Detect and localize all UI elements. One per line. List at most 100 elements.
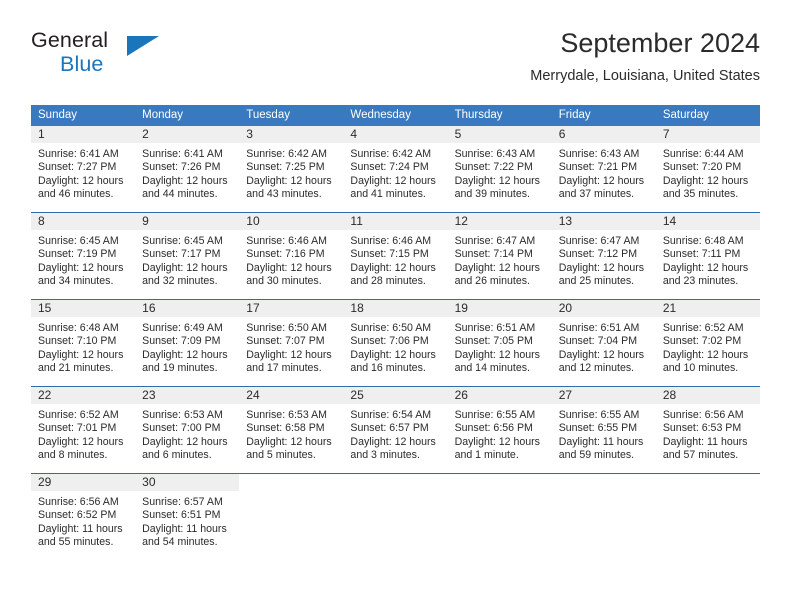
day-daylight-line2-text: and 46 minutes. bbox=[38, 188, 114, 201]
calendar-day-cell[interactable]: 24 Sunrise: 6:53 AM Sunset: 6:58 PM Dayligh… bbox=[239, 386, 344, 474]
day-number: 25 bbox=[343, 387, 448, 404]
day-number: 30 bbox=[135, 474, 240, 491]
day-daylight-line2-text: and 34 minutes. bbox=[38, 275, 114, 288]
day-daylight-line1-text: Daylight: 12 hours bbox=[662, 348, 749, 361]
day-number bbox=[239, 474, 343, 491]
day-number bbox=[552, 474, 656, 491]
weekday-header-sunday: Sunday bbox=[31, 105, 136, 126]
day-daylight-line1-text: Daylight: 12 hours bbox=[350, 261, 436, 274]
day-details: Sunrise: 6:56 AM Sunset: 6:52 PM Daylight:… bbox=[31, 491, 135, 550]
day-details bbox=[239, 491, 343, 496]
day-details: Sunrise: 6:52 AM Sunset: 7:02 PM Daylight:… bbox=[656, 317, 760, 376]
calendar-day-cell[interactable]: 4 Sunrise: 6:42 AM Sunset: 7:24 PM Daylight… bbox=[343, 126, 448, 213]
calendar-day-cell[interactable]: 2 Sunrise: 6:41 AM Sunset: 7:26 PM Daylight… bbox=[135, 126, 240, 213]
day-number: 6 bbox=[551, 126, 656, 143]
day-sunrise-text: Sunrise: 6:46 AM bbox=[350, 235, 432, 247]
calendar-day-cell[interactable]: 25 Sunrise: 6:54 AM Sunset: 6:57 PM Dayligh… bbox=[343, 386, 448, 474]
calendar-day-cell[interactable]: 12 Sunrise: 6:47 AM Sunset: 7:14 PM Dayligh… bbox=[447, 212, 552, 300]
day-daylight-line2-text: and 17 minutes. bbox=[246, 362, 322, 375]
day-details: Sunrise: 6:55 AM Sunset: 6:55 PM Daylight:… bbox=[552, 404, 656, 463]
calendar-day-cell[interactable]: 22 Sunrise: 6:52 AM Sunset: 7:01 PM Dayligh… bbox=[31, 386, 136, 474]
calendar-day-cell[interactable]: 13 Sunrise: 6:47 AM Sunset: 7:12 PM Dayligh… bbox=[551, 212, 656, 300]
calendar-day-cell[interactable]: 1 Sunrise: 6:41 AM Sunset: 7:27 PM Daylight… bbox=[31, 126, 136, 213]
calendar-day-cell[interactable]: 23 Sunrise: 6:53 AM Sunset: 7:00 PM Dayligh… bbox=[135, 386, 240, 474]
calendar-day-cell[interactable]: 16 Sunrise: 6:49 AM Sunset: 7:09 PM Dayligh… bbox=[135, 299, 240, 387]
day-sunrise-text: Sunrise: 6:50 AM bbox=[246, 322, 327, 334]
calendar-day-cell[interactable]: 18 Sunrise: 6:50 AM Sunset: 7:06 PM Dayligh… bbox=[343, 299, 448, 387]
day-sunset-text: Sunset: 6:52 PM bbox=[38, 509, 117, 522]
day-daylight-line2-text: and 26 minutes. bbox=[454, 275, 530, 288]
calendar-day-cell[interactable]: 27 Sunrise: 6:55 AM Sunset: 6:55 PM Dayligh… bbox=[551, 386, 656, 474]
day-sunrise-text: Sunrise: 6:42 AM bbox=[350, 148, 432, 160]
day-sunset-text: Sunset: 6:57 PM bbox=[350, 422, 429, 435]
day-daylight-line1-text: Daylight: 12 hours bbox=[454, 348, 540, 361]
day-details: Sunrise: 6:46 AM Sunset: 7:16 PM Daylight:… bbox=[239, 230, 343, 289]
calendar-day-cell[interactable]: 19 Sunrise: 6:51 AM Sunset: 7:05 PM Dayligh… bbox=[447, 299, 552, 387]
calendar-day-cell[interactable]: 3 Sunrise: 6:42 AM Sunset: 7:25 PM Daylight… bbox=[239, 126, 344, 213]
calendar-day-cell[interactable]: 21 Sunrise: 6:52 AM Sunset: 7:02 PM Dayligh… bbox=[655, 299, 760, 387]
calendar-day-cell[interactable]: 6 Sunrise: 6:43 AM Sunset: 7:21 PM Daylight… bbox=[551, 126, 656, 213]
day-details: Sunrise: 6:47 AM Sunset: 7:14 PM Daylight:… bbox=[448, 230, 552, 289]
day-details: Sunrise: 6:52 AM Sunset: 7:01 PM Daylight:… bbox=[31, 404, 135, 463]
day-sunrise-text: Sunrise: 6:41 AM bbox=[142, 148, 223, 160]
day-details: Sunrise: 6:43 AM Sunset: 7:22 PM Daylight:… bbox=[448, 143, 552, 202]
day-daylight-line1-text: Daylight: 12 hours bbox=[142, 435, 228, 448]
day-details: Sunrise: 6:41 AM Sunset: 7:26 PM Daylight:… bbox=[135, 143, 239, 202]
calendar-day-cell[interactable]: 8 Sunrise: 6:45 AM Sunset: 7:19 PM Daylight… bbox=[31, 212, 136, 300]
calendar-day-cell[interactable]: 5 Sunrise: 6:43 AM Sunset: 7:22 PM Daylight… bbox=[447, 126, 552, 213]
day-sunset-text: Sunset: 6:55 PM bbox=[558, 422, 638, 435]
day-number: 5 bbox=[447, 126, 552, 143]
day-sunset-text: Sunset: 7:05 PM bbox=[454, 335, 533, 348]
title-block: September 2024 Merrydale, Louisiana, Uni… bbox=[530, 26, 760, 85]
calendar-day-cell-empty bbox=[655, 473, 760, 560]
calendar-day-cell[interactable]: 26 Sunrise: 6:55 AM Sunset: 6:56 PM Dayligh… bbox=[447, 386, 552, 474]
calendar-day-cell[interactable]: 15 Sunrise: 6:48 AM Sunset: 7:10 PM Dayligh… bbox=[31, 299, 136, 387]
calendar-day-cell[interactable]: 28 Sunrise: 6:56 AM Sunset: 6:53 PM Dayligh… bbox=[655, 386, 760, 474]
calendar-day-cell[interactable]: 14 Sunrise: 6:48 AM Sunset: 7:11 PM Dayligh… bbox=[655, 212, 760, 300]
day-sunset-text: Sunset: 7:10 PM bbox=[38, 335, 117, 348]
day-sunrise-text: Sunrise: 6:51 AM bbox=[454, 322, 536, 334]
day-number: 21 bbox=[655, 300, 760, 317]
day-number bbox=[343, 474, 447, 491]
calendar-day-cell[interactable]: 9 Sunrise: 6:45 AM Sunset: 7:17 PM Daylight… bbox=[135, 212, 240, 300]
calendar-header-row: Sunday Monday Tuesday Wednesday Thursday… bbox=[31, 105, 760, 126]
day-sunrise-text: Sunrise: 6:46 AM bbox=[246, 235, 327, 247]
calendar-day-cell[interactable]: 10 Sunrise: 6:46 AM Sunset: 7:16 PM Dayligh… bbox=[239, 212, 344, 300]
day-daylight-line1-text: Daylight: 12 hours bbox=[454, 174, 540, 187]
day-daylight-line2-text: and 57 minutes. bbox=[662, 449, 739, 462]
day-sunrise-text: Sunrise: 6:56 AM bbox=[662, 409, 744, 421]
calendar-day-cell[interactable]: 29 Sunrise: 6:56 AM Sunset: 6:52 PM Dayligh… bbox=[31, 473, 136, 560]
day-details: Sunrise: 6:44 AM Sunset: 7:20 PM Daylight:… bbox=[656, 143, 760, 202]
calendar-week-row: 1 Sunrise: 6:41 AM Sunset: 7:27 PM Daylight… bbox=[31, 126, 760, 213]
calendar-day-cell[interactable]: 11 Sunrise: 6:46 AM Sunset: 7:15 PM Dayligh… bbox=[343, 212, 448, 300]
day-sunrise-text: Sunrise: 6:56 AM bbox=[38, 496, 119, 508]
day-details: Sunrise: 6:50 AM Sunset: 7:07 PM Daylight:… bbox=[239, 317, 343, 376]
day-sunset-text: Sunset: 7:17 PM bbox=[142, 248, 221, 261]
day-number: 15 bbox=[31, 300, 136, 317]
day-number: 3 bbox=[239, 126, 344, 143]
day-daylight-line1-text: Daylight: 12 hours bbox=[246, 261, 332, 274]
day-number: 18 bbox=[343, 300, 448, 317]
weekday-header-thursday: Thursday bbox=[447, 105, 552, 126]
day-sunrise-text: Sunrise: 6:57 AM bbox=[142, 496, 223, 508]
day-sunset-text: Sunset: 7:19 PM bbox=[38, 248, 117, 261]
day-sunset-text: Sunset: 6:53 PM bbox=[662, 422, 742, 435]
day-sunset-text: Sunset: 7:02 PM bbox=[662, 335, 742, 348]
day-details: Sunrise: 6:46 AM Sunset: 7:15 PM Daylight:… bbox=[343, 230, 447, 289]
calendar-table: Sunday Monday Tuesday Wednesday Thursday… bbox=[31, 105, 760, 560]
day-daylight-line2-text: and 16 minutes. bbox=[350, 362, 426, 375]
calendar-day-cell[interactable]: 30 Sunrise: 6:57 AM Sunset: 6:51 PM Dayligh… bbox=[135, 473, 240, 560]
day-number bbox=[448, 474, 552, 491]
day-daylight-line2-text: and 59 minutes. bbox=[558, 449, 635, 462]
calendar-day-cell[interactable]: 7 Sunrise: 6:44 AM Sunset: 7:20 PM Daylight… bbox=[655, 126, 760, 213]
day-sunrise-text: Sunrise: 6:47 AM bbox=[454, 235, 536, 247]
calendar-day-cell-empty bbox=[551, 473, 656, 560]
day-daylight-line2-text: and 8 minutes. bbox=[38, 449, 108, 462]
day-daylight-line1-text: Daylight: 12 hours bbox=[38, 348, 124, 361]
calendar-day-cell[interactable]: 17 Sunrise: 6:50 AM Sunset: 7:07 PM Dayligh… bbox=[239, 299, 344, 387]
day-details: Sunrise: 6:53 AM Sunset: 6:58 PM Daylight:… bbox=[239, 404, 343, 463]
calendar-day-cell[interactable]: 20 Sunrise: 6:51 AM Sunset: 7:04 PM Dayligh… bbox=[551, 299, 656, 387]
day-sunrise-text: Sunrise: 6:42 AM bbox=[246, 148, 327, 160]
day-sunrise-text: Sunrise: 6:55 AM bbox=[454, 409, 536, 421]
calendar-page: General Blue September 2024 Merrydale, L… bbox=[0, 0, 792, 612]
